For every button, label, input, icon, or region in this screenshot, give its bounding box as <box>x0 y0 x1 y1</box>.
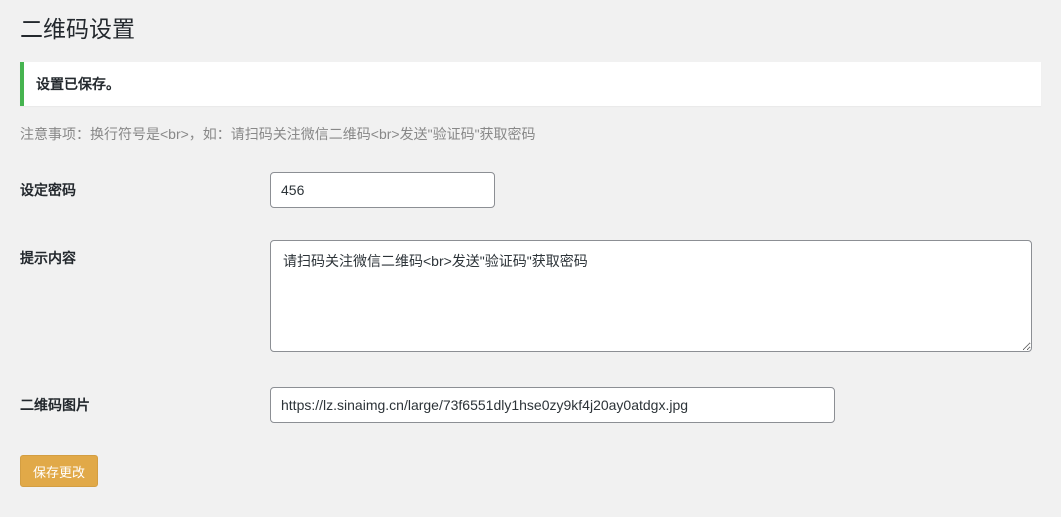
save-button[interactable]: 保存更改 <box>20 455 98 487</box>
notice-message: 设置已保存。 <box>36 74 1029 94</box>
form-row-hint: 提示内容 请扫码关注微信二维码<br>发送"验证码"获取密码 <box>20 240 1041 355</box>
hint-label: 提示内容 <box>20 240 270 268</box>
hint-textarea[interactable]: 请扫码关注微信二维码<br>发送"验证码"获取密码 <box>270 240 1032 352</box>
helper-text: 注意事项：换行符号是<br>，如：请扫码关注微信二维码<br>发送"验证码"获取… <box>20 124 1041 144</box>
page-title: 二维码设置 <box>20 10 1041 44</box>
qr-image-field-wrapper <box>270 387 1041 423</box>
qr-image-label: 二维码图片 <box>20 387 270 415</box>
form-row-password: 设定密码 <box>20 172 1041 208</box>
hint-field-wrapper: 请扫码关注微信二维码<br>发送"验证码"获取密码 <box>270 240 1041 355</box>
password-input[interactable] <box>270 172 495 208</box>
qr-image-input[interactable] <box>270 387 835 423</box>
password-label: 设定密码 <box>20 172 270 200</box>
form-row-qr-image: 二维码图片 <box>20 387 1041 423</box>
password-field-wrapper <box>270 172 1041 208</box>
success-notice: 设置已保存。 <box>20 62 1041 106</box>
